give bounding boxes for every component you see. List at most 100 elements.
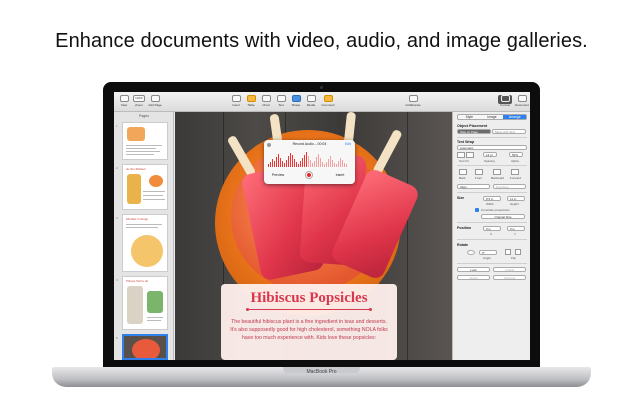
document-canvas[interactable]: Record Audio – 00:04 Edit Preview Insert…	[175, 112, 452, 360]
backward-icon[interactable]	[493, 169, 501, 175]
front-icon[interactable]	[475, 169, 483, 175]
page-thumbnail-3[interactable]: Mother College	[122, 214, 168, 272]
shape-icon	[291, 95, 301, 102]
toolbar-collaborate-button[interactable]: Collaborate	[404, 95, 422, 107]
waveform-bar	[340, 158, 341, 167]
lock-button[interactable]: Lock	[457, 267, 490, 272]
waveform-bar	[308, 156, 309, 167]
forward-icon[interactable]	[511, 169, 519, 175]
text-fit-shape-icon[interactable]	[466, 152, 474, 158]
width-field[interactable]: 8.5 in	[483, 196, 501, 201]
x-field[interactable]: 0 in	[483, 226, 501, 231]
title-divider	[246, 308, 372, 311]
media-icon	[306, 95, 316, 102]
thumb-title: At the Market	[126, 167, 146, 171]
height-field[interactable]: 11 in	[507, 196, 525, 201]
card-title[interactable]: Hibiscus Popsicles	[221, 290, 397, 307]
text-wrap-heading: Text Wrap	[457, 140, 475, 144]
back-icon[interactable]	[459, 169, 467, 175]
toolbar-add-page-button[interactable]: Add Page	[148, 95, 162, 107]
text-fit-label: Text Fit	[459, 159, 469, 163]
text-icon	[276, 95, 286, 102]
waveform-bar	[298, 164, 299, 167]
waveform-bar	[322, 162, 323, 167]
unlock-button[interactable]: Unlock	[493, 267, 526, 272]
toolbar-shape-button[interactable]: Shape	[290, 95, 302, 107]
distribute-select[interactable]: Distribute	[493, 184, 526, 189]
alpha-field[interactable]: 50%	[509, 152, 523, 157]
back-label: Back	[459, 176, 466, 180]
text-card[interactable]: Hibiscus Popsicles The beautiful hibiscu…	[221, 284, 397, 360]
waveform-bar	[294, 159, 295, 167]
insert-button[interactable]: Insert	[330, 173, 350, 177]
waveform-bar	[316, 157, 317, 167]
toolbar-insert-button[interactable]: Insert	[230, 95, 242, 107]
front-label: Front	[475, 176, 483, 180]
thumb-image	[127, 286, 143, 324]
tab-style[interactable]: Style	[458, 115, 481, 119]
rotate-heading: Rotate	[457, 243, 469, 247]
thumb-number: 3	[116, 216, 118, 220]
page-thumbnail-5[interactable]	[122, 334, 168, 360]
page-thumbnail-4[interactable]: Where We're At	[122, 276, 168, 330]
rotate-wheel[interactable]	[467, 250, 475, 255]
waveform-bar	[292, 155, 293, 167]
align-select[interactable]: Align	[457, 184, 490, 189]
y-label: Y	[514, 232, 517, 236]
page-thumbnail-2[interactable]: At the Market	[122, 164, 168, 210]
edit-button[interactable]: Edit	[345, 142, 351, 146]
spacing-field[interactable]: 12 pt	[483, 152, 497, 157]
waveform-bar	[342, 160, 343, 167]
toolbar-view-button[interactable]: View	[118, 95, 130, 107]
thumb-image	[131, 235, 163, 267]
toolbar-text-button[interactable]: Text	[275, 95, 287, 107]
waveform-bar	[324, 164, 325, 167]
waveform-bar	[306, 152, 307, 167]
waveform-bar	[320, 158, 321, 167]
waveform-bar	[300, 161, 301, 167]
add-page-icon	[150, 95, 160, 102]
original-size-button[interactable]: Original Size	[481, 214, 525, 219]
toolbar-format-button[interactable]: Format	[496, 95, 514, 107]
spacing-label: Spacing	[484, 159, 495, 163]
card-body[interactable]: The beautiful hibiscus plant is a fine i…	[229, 318, 389, 343]
size-heading: Size	[457, 196, 465, 200]
object-placement-heading: Object Placement	[457, 124, 488, 128]
text-wrap-select[interactable]: Automatic	[457, 145, 527, 150]
toolbar-table-button[interactable]: Table	[245, 95, 257, 107]
insert-icon	[231, 95, 241, 102]
alpha-label: Alpha	[511, 159, 519, 163]
format-inspector: Style Image Arrange Object Placement Sta…	[452, 112, 530, 360]
waveform-bar	[278, 154, 279, 167]
text-fit-box-icon[interactable]	[457, 152, 465, 158]
popover-title: Record Audio – 00:04	[292, 142, 327, 146]
constrain-checkbox[interactable]	[475, 208, 479, 212]
format-icon	[500, 95, 510, 102]
waveform-bar	[268, 164, 269, 167]
page-thumbnail-1[interactable]	[122, 122, 168, 160]
preview-button[interactable]: Preview	[268, 173, 288, 177]
toolbar-comment-button[interactable]: Comment	[320, 95, 336, 107]
waveform-bar	[318, 154, 319, 167]
pages-title: Pages	[139, 114, 149, 118]
stay-on-page-button[interactable]: Stay on Page	[457, 129, 491, 134]
angle-field[interactable]: 0°	[479, 250, 497, 255]
toolbar-document-button[interactable]: Document	[514, 95, 530, 107]
waveform-bar	[284, 163, 285, 167]
toolbar-chart-button[interactable]: Chart	[260, 95, 272, 107]
waveform-bar	[280, 158, 281, 167]
tab-arrange[interactable]: Arrange	[503, 115, 527, 119]
record-button[interactable]	[305, 171, 313, 179]
tab-image[interactable]: Image	[481, 115, 504, 119]
constrain-label: Constrain proportions	[481, 208, 510, 212]
flip-horizontal-icon[interactable]	[505, 249, 511, 255]
toolbar: View 101% Zoom Add Page Insert Table Char…	[114, 92, 530, 112]
toolbar-zoom-button[interactable]: 101% Zoom	[132, 95, 146, 107]
ungroup-button[interactable]: Ungroup	[493, 275, 526, 280]
group-button[interactable]: Group	[457, 275, 490, 280]
toolbar-media-button[interactable]: Media	[305, 95, 317, 107]
y-field[interactable]: 0 in	[507, 226, 525, 231]
flip-vertical-icon[interactable]	[515, 249, 521, 255]
move-with-text-button[interactable]: Move with Text	[492, 129, 526, 134]
audio-waveform	[268, 151, 351, 167]
